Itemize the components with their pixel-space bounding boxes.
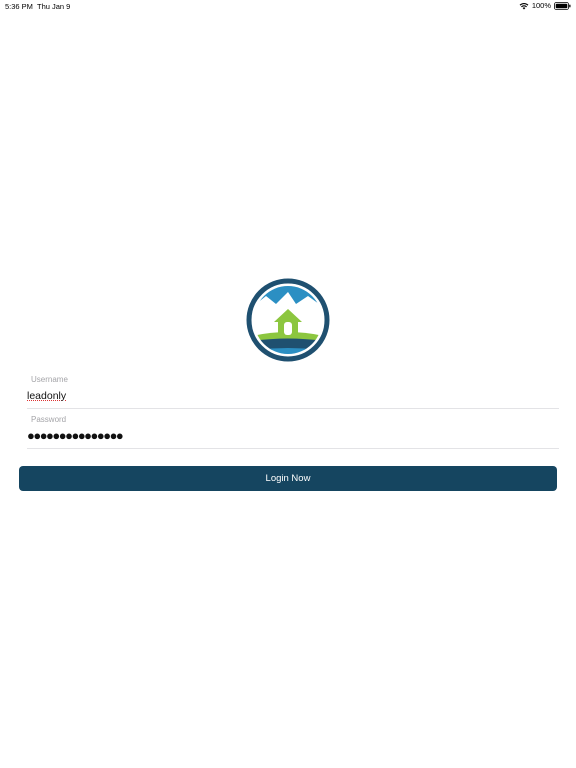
- login-button-label: Login Now: [265, 473, 311, 484]
- username-field[interactable]: Username leadonly: [27, 375, 559, 409]
- login-screen: 5:36 PM Thu Jan 9 100% Username leadonly…: [0, 0, 576, 768]
- status-bar: 5:36 PM Thu Jan 9 100%: [0, 0, 576, 12]
- login-button[interactable]: Login Now: [19, 466, 557, 491]
- username-divider: [27, 408, 559, 409]
- status-time: 5:36 PM: [5, 2, 33, 11]
- username-input[interactable]: leadonly: [27, 390, 559, 404]
- status-indicators: 100%: [519, 1, 571, 10]
- password-label: Password: [31, 415, 67, 424]
- wifi-icon: [519, 2, 529, 10]
- password-divider: [27, 448, 559, 449]
- battery-icon: [554, 1, 571, 10]
- password-input[interactable]: ●●●●●●●●●●●●●●●: [27, 429, 559, 444]
- battery-percent: 100%: [531, 1, 551, 10]
- username-label: Username: [31, 375, 68, 384]
- house-mountain-logo: [246, 278, 330, 362]
- password-field[interactable]: Password ●●●●●●●●●●●●●●●: [27, 415, 559, 449]
- status-date: Thu Jan 9: [37, 2, 71, 11]
